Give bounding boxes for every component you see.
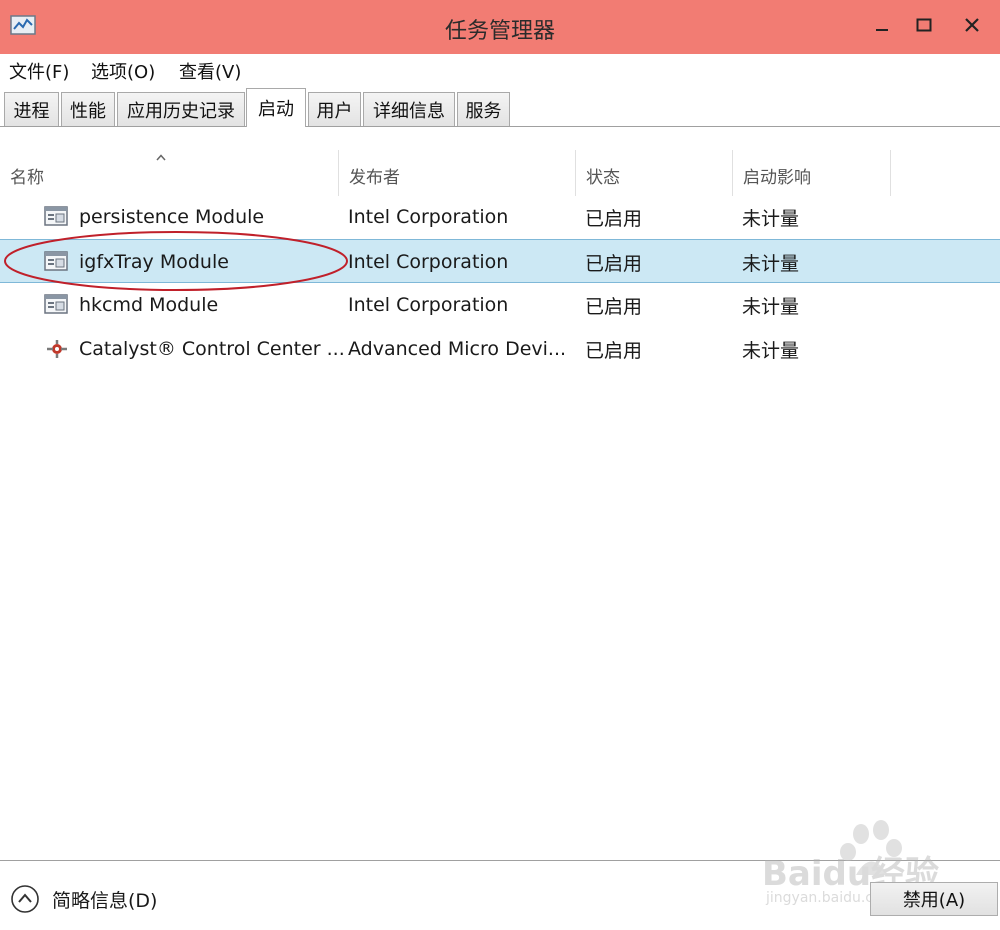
row-impact: 未计量 (742, 252, 800, 275)
close-button[interactable] (952, 8, 992, 42)
row-status: 已启用 (585, 252, 643, 275)
column-header-name[interactable]: 名称 (0, 150, 339, 196)
row-status: 已启用 (585, 339, 643, 362)
column-header-publisher[interactable]: 发布者 (339, 150, 576, 196)
title-bar: 任务管理器 (0, 0, 1000, 54)
amd-catalyst-icon (44, 337, 68, 359)
row-name: igfxTray Module (79, 251, 229, 273)
tab-baseline (0, 126, 1000, 127)
table-row[interactable]: hkcmd Module Intel Corporation 已启用 未计量 (0, 283, 1000, 327)
tab-startup[interactable]: 启动 (246, 88, 306, 127)
collapse-chevron-up-icon[interactable] (10, 884, 40, 914)
module-window-icon (44, 293, 68, 315)
row-impact: 未计量 (742, 295, 800, 318)
row-impact: 未计量 (742, 339, 800, 362)
menu-view[interactable]: 查看(V) (179, 58, 241, 84)
row-name: hkcmd Module (79, 294, 219, 316)
tab-processes[interactable]: 进程 (4, 92, 59, 126)
row-publisher: Intel Corporation (348, 294, 509, 316)
tab-bar: 进程 性能 应用历史记录 启动 用户 详细信息 服务 (0, 86, 1000, 128)
row-name: Catalyst® Control Center ... (79, 338, 345, 360)
row-status: 已启用 (585, 207, 643, 230)
table-row[interactable]: persistence Module Intel Corporation 已启用… (0, 195, 1000, 239)
row-publisher: Intel Corporation (348, 251, 509, 273)
module-window-icon (44, 205, 68, 227)
row-publisher: Intel Corporation (348, 206, 509, 228)
tab-app-history[interactable]: 应用历史记录 (117, 92, 245, 126)
menu-bar: 文件(F) 选项(O) 查看(V) (0, 54, 1000, 86)
row-publisher: Advanced Micro Devi... (348, 338, 567, 360)
row-impact: 未计量 (742, 207, 800, 230)
tab-details[interactable]: 详细信息 (363, 92, 455, 126)
table-row-selected[interactable]: igfxTray Module Intel Corporation 已启用 未计… (0, 239, 1000, 283)
maximize-button[interactable] (904, 8, 944, 42)
tab-users[interactable]: 用户 (308, 92, 361, 126)
column-header-impact[interactable]: 启动影响 (733, 150, 891, 196)
window-title: 任务管理器 (444, 19, 555, 44)
table-row[interactable]: Catalyst® Control Center ... Advanced Mi… (0, 327, 1000, 371)
menu-options[interactable]: 选项(O) (91, 58, 155, 84)
row-name: persistence Module (79, 206, 265, 228)
tab-services[interactable]: 服务 (457, 92, 510, 126)
minimize-button[interactable] (862, 8, 902, 42)
column-header-status[interactable]: 状态 (576, 150, 733, 196)
tab-performance[interactable]: 性能 (61, 92, 115, 126)
menu-file[interactable]: 文件(F) (9, 58, 69, 84)
column-header-row: 名称 发布者 状态 启动影响 (0, 150, 1000, 196)
row-status: 已启用 (585, 295, 643, 318)
fewer-details-link[interactable]: 简略信息(D) (52, 886, 157, 913)
module-window-icon (44, 250, 68, 272)
disable-button[interactable]: 禁用(A) (870, 882, 998, 916)
